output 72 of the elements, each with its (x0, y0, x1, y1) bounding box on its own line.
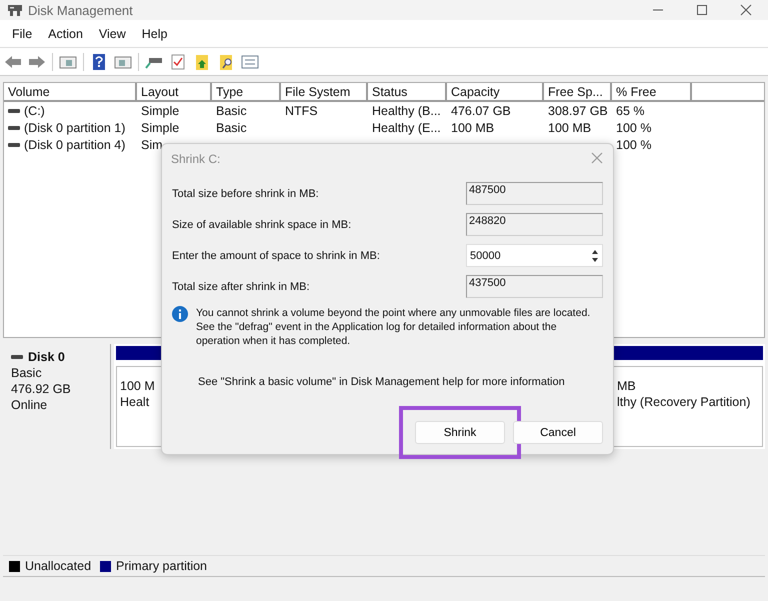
drive-icon (11, 355, 23, 359)
table-cell: (C:) (24, 104, 45, 118)
readonly-field: 248820 (466, 213, 603, 236)
table-cell: 308.97 GB (548, 104, 608, 118)
table-cell: NTFS (285, 104, 318, 118)
disk-status: Online (11, 398, 48, 412)
column-header[interactable]: Free Sp... (544, 83, 612, 100)
table-cell: Sim (141, 138, 163, 152)
table-cell: 476.07 GB (451, 104, 511, 118)
readonly-field: 437500 (466, 275, 603, 298)
menu-item[interactable]: File (6, 26, 38, 40)
field-label: Total size before shrink in MB: (172, 188, 319, 200)
table-cell: (Disk 0 partition 4) (24, 138, 126, 152)
drive-icon (8, 108, 20, 112)
table-cell: (Disk 0 partition 1) (24, 120, 126, 134)
field-label: Total size after shrink in MB: (172, 280, 310, 292)
help-text: See "Shrink a basic volume" in Disk Management help for more information (197, 375, 566, 388)
spin-field[interactable]: 50000 (466, 244, 603, 267)
checklist-icon[interactable] (169, 54, 187, 70)
drive-icon (8, 126, 20, 130)
table-cell: 65 % (616, 104, 644, 118)
column-header[interactable]: % Free (612, 83, 692, 100)
column-header[interactable]: Type (212, 83, 281, 100)
disk-type: Basic (11, 366, 43, 380)
shrink-button[interactable]: Shrink (415, 421, 505, 444)
app-icon (8, 4, 22, 16)
column-header[interactable]: Volume (4, 83, 137, 100)
cancel-button[interactable]: Cancel (513, 421, 603, 444)
table-cell: Healthy (E... (372, 120, 441, 134)
dialog-title: Shrink C: (171, 152, 220, 166)
table-cell: 100 % (616, 138, 652, 152)
partition-text: Healt (120, 395, 150, 409)
table-cell: Basic (216, 104, 247, 118)
menu-item[interactable]: View (92, 26, 132, 40)
folder-up-icon[interactable] (193, 54, 211, 70)
field-label: Size of available shrink space in MB: (172, 218, 352, 230)
field-label: Enter the amount of space to shrink in MB: (172, 250, 380, 262)
column-header[interactable]: Layout (137, 83, 212, 100)
table-cell: Simple (141, 120, 180, 134)
partition-text: lthy (Recovery Partition) (617, 395, 752, 409)
partition-block[interactable]: MB lthy (Recovery Partition) (611, 346, 763, 447)
table-cell: Basic (216, 120, 247, 134)
info-text: You cannot shrink a volume beyond the point where any unmovable files are located. See the "defrag" event in the Application log for detailed information about the operation when it has completed. (196, 306, 592, 348)
table-cell: Healthy (B... (372, 104, 441, 118)
partition-text: MB (617, 379, 637, 393)
table-cell: 100 MB (451, 120, 494, 134)
close-icon[interactable] (591, 152, 603, 164)
menu-item[interactable]: Help (136, 26, 174, 40)
table-cell: Simple (141, 104, 180, 118)
column-header[interactable]: File System (281, 83, 368, 100)
info-icon (172, 306, 188, 322)
disk-size: 476.92 GB (11, 382, 72, 396)
back-arrow-icon[interactable] (4, 54, 22, 70)
panel-icon[interactable] (114, 54, 132, 70)
drive-icon (8, 142, 20, 146)
readonly-field: 487500 (466, 182, 603, 205)
window-title: Disk Management (28, 2, 134, 18)
disk-name: Disk 0 (28, 350, 65, 364)
table-cell: 100 % (616, 120, 652, 134)
legend-label: Unallocated (25, 559, 92, 573)
folder-search-icon[interactable] (217, 54, 235, 70)
forward-arrow-icon[interactable] (28, 54, 46, 70)
panel-icon[interactable] (59, 54, 77, 70)
table-cell: 100 MB (548, 120, 592, 134)
partition-block[interactable]: 100 M Healt (116, 346, 162, 447)
help-icon[interactable] (90, 54, 108, 70)
menu-item[interactable]: Action (42, 26, 89, 40)
legend-label: Primary partition (116, 559, 208, 573)
partition-text: 100 M (120, 379, 156, 393)
column-header[interactable]: Capacity (447, 83, 544, 100)
column-header[interactable]: Status (368, 83, 447, 100)
properties-icon[interactable] (241, 54, 259, 70)
